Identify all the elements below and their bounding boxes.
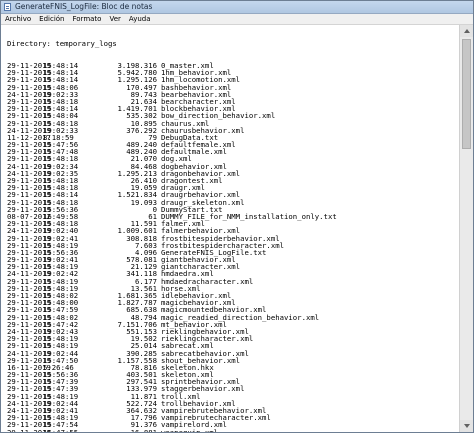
text-content: Directory: temporary_logs 29-11-201915:4… [7,26,337,432]
scroll-down-icon[interactable] [460,420,473,432]
title-bar[interactable]: GenerateFNIS_LogFile: Bloc de notas [1,1,473,14]
directory-line: Directory: temporary_logs [7,39,117,49]
window-title: GenerateFNIS_LogFile: Bloc de notas [15,2,153,11]
listing-row: 29-11-201915:47:5516.881weapequip.xml [7,428,337,432]
row-size: 0 [152,204,157,214]
menu-formato[interactable]: Formato [69,14,106,24]
row-size: 16.881 [83,428,157,432]
scroll-up-icon[interactable] [460,25,473,37]
menu-edicion[interactable]: Edición [35,14,68,24]
scrollbar-thumb[interactable] [462,39,471,149]
notepad-window: GenerateFNIS_LogFile: Bloc de notas Arch… [0,0,474,433]
vertical-scrollbar[interactable] [459,25,473,432]
row-filename: weapequip.xml [157,428,218,432]
text-editor[interactable]: Directory: temporary_logs 29-11-201915:4… [1,25,459,432]
menu-archivo[interactable]: Archivo [1,14,35,24]
row-time: 15:47:55 [43,428,83,432]
row-date: 29-11-2019 [7,428,51,432]
menu-ayuda[interactable]: Ayuda [125,14,155,24]
notepad-icon [4,3,11,11]
row-size: 19.093 [130,197,157,207]
menu-ver[interactable]: Ver [105,14,124,24]
row-size: 376.292 [126,125,157,135]
menu-bar: Archivo Edición Formato Ver Ayuda [1,14,473,25]
